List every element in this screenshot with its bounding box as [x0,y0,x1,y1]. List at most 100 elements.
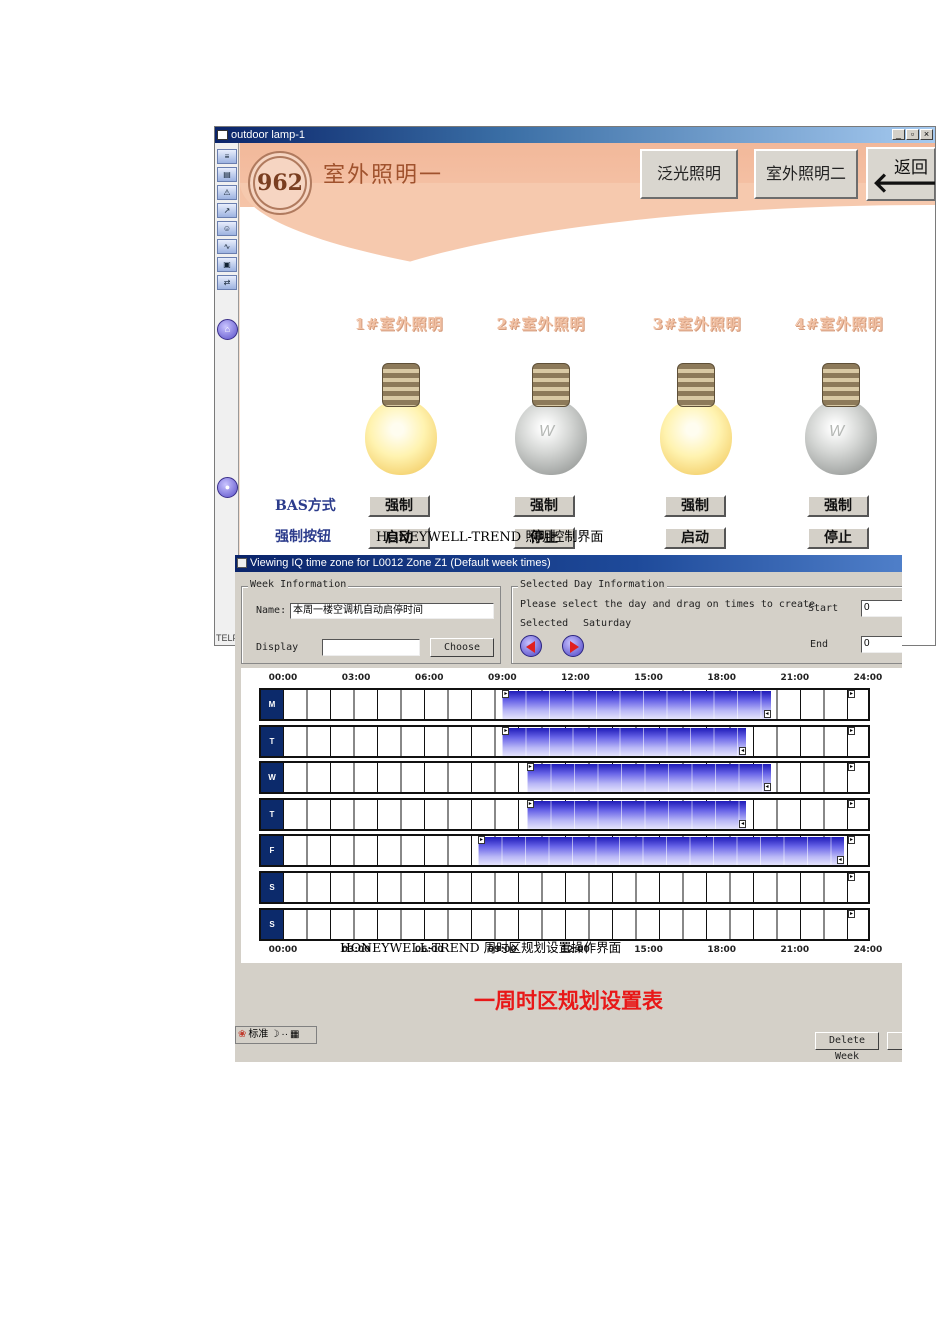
ime-mode-text: 标准 [248,1029,269,1040]
start-time-field[interactable]: 0 [861,600,902,617]
time-zone-bar[interactable] [526,764,771,793]
ime-icon: ❀ [238,1029,247,1040]
lamp-4-bulb-icon: W [803,363,879,483]
timezone-titlebar: Viewing IQ time zone for L0012 Zone Z1 (… [235,555,902,572]
day-row[interactable]: W ▸ ◂ ▸ [259,761,870,795]
lamp-2-bulb-icon: W [513,363,589,483]
lamp-1-mode-button[interactable]: 强制 [368,495,430,517]
delete-week-button[interactable]: Delete Week [815,1032,879,1062]
timezone-caption: HONEYWELL-TREND 周时区规划设置操作界面 [340,940,622,955]
system-icon[interactable]: ▣ [217,257,237,272]
menu-icon[interactable]: ≡ [217,149,237,164]
day-label: S [261,909,283,939]
punct-icon: ·· [281,1029,289,1040]
day-row[interactable]: M ▸ ◂ ▸ [259,688,870,721]
day-end-marker[interactable]: ▸ [848,873,855,881]
display-label: Display [256,642,299,653]
end-time-field[interactable]: 0 [861,636,902,653]
selected-day-value: Saturday [583,618,632,629]
extra-button[interactable] [887,1032,902,1050]
hour-grid[interactable] [283,873,868,902]
time-tick-bottom: 00:00 [268,945,298,955]
time-tick-top: 03:00 [341,673,371,683]
next-day-button[interactable] [562,635,584,657]
day-row[interactable]: S ▸ [259,907,870,941]
display-field[interactable] [322,639,420,656]
back-arrow-icon: 🡐 [872,169,935,197]
time-tick-top: 18:00 [707,673,737,683]
lamp-4-mode-button[interactable]: 强制 [807,495,869,517]
keyboard-icon: ▦ [290,1029,300,1040]
bar-end-handle[interactable]: ◂ [763,783,771,792]
time-tick-top: 15:00 [634,673,663,683]
lamp-3-title: 3#室外照明 [652,315,742,333]
day-label: T [261,799,283,829]
lamp-4-title: 4#室外照明 [794,315,884,333]
moon-icon: ☽ [270,1029,280,1040]
lamp-1-bulb-icon [363,363,439,483]
day-label: M [261,690,283,719]
hour-grid[interactable] [283,909,868,939]
time-tick-bottom: 21:00 [780,945,810,955]
time-tick-top: 09:00 [488,673,517,683]
previous-day-button[interactable] [520,635,542,657]
window-title: outdoor lamp-1 [231,129,305,141]
selected-day-legend: Selected Day Information [518,579,667,590]
globe-icon[interactable]: ● [217,477,238,498]
time-zone-bar[interactable] [478,837,844,866]
restore-button[interactable]: ▫ [906,129,919,140]
minimize-button[interactable]: _ [892,129,905,140]
bar-start-handle[interactable]: ▸ [478,836,485,845]
lamp-4-force-button[interactable]: 停止 [807,527,869,549]
outdoor-lighting-2-button[interactable]: 室外照明二 [754,149,858,199]
wave-icon[interactable]: ∿ [217,239,237,254]
back-button[interactable]: 返回 🡐 [866,147,935,201]
name-label: Name: [256,605,287,616]
day-end-marker[interactable]: ▸ [848,763,855,772]
time-zone-bar[interactable] [502,691,771,719]
day-end-marker[interactable]: ▸ [848,690,855,698]
day-end-marker[interactable]: ▸ [848,726,855,735]
day-row[interactable]: T ▸ ◂ ▸ [259,797,870,831]
lamp-2-mode-button[interactable]: 强制 [513,495,575,517]
lamp-3-bulb-icon [658,363,734,483]
time-zone-bar[interactable] [526,800,747,829]
day-row[interactable]: T ▸ ◂ ▸ [259,724,870,758]
floodlight-button[interactable]: 泛光照明 [640,149,738,199]
bar-start-handle[interactable]: ▸ [502,690,510,698]
choose-button[interactable]: Choose [430,638,494,657]
home-icon[interactable]: ⌂ [217,319,238,340]
user-icon[interactable]: ☺ [217,221,237,236]
bar-end-handle[interactable]: ◂ [739,746,747,755]
page-title: 室外照明一 [323,163,444,188]
day-end-marker[interactable]: ▸ [848,799,855,808]
week-scheduler[interactable]: 00:00 03:00 06:00 09:00 12:00 15:00 18:00 21:00… [241,668,902,963]
week-plan-title: 一周时区规划设置表 [474,989,663,1013]
alarm-icon[interactable]: ⚠ [217,185,237,200]
bar-start-handle[interactable]: ▸ [502,726,510,735]
day-end-marker[interactable]: ▸ [848,836,855,845]
close-button[interactable]: × [920,129,933,140]
report-icon[interactable]: ▤ [217,167,237,182]
day-label: T [261,726,283,756]
timezone-window-icon [237,558,247,568]
lamp-2-title: 2#室外照明 [496,315,586,333]
day-row[interactable]: S ▸ [259,871,870,904]
bar-start-handle[interactable]: ▸ [526,763,534,772]
time-tick-top: 24:00 [853,673,883,683]
day-end-marker[interactable]: ▸ [848,909,855,918]
bar-start-handle[interactable]: ▸ [526,799,534,808]
link-icon[interactable]: ⇄ [217,275,237,290]
name-field[interactable]: 本周一楼空调机自动启停时间 [290,603,494,619]
trend-icon[interactable]: ↗ [217,203,237,218]
day-row[interactable]: F ▸ ◂ ▸ [259,834,870,868]
force-button-label: 强制按钮 [275,529,331,545]
selected-label: Selected [520,618,569,629]
bar-end-handle[interactable]: ◂ [763,710,771,718]
lamp-3-force-button[interactable]: 启动 [664,527,726,549]
time-zone-bar[interactable] [502,727,747,756]
bar-end-handle[interactable]: ◂ [739,819,747,828]
bar-end-handle[interactable]: ◂ [836,856,844,865]
time-tick-top: 12:00 [561,673,590,683]
lamp-3-mode-button[interactable]: 强制 [664,495,726,517]
